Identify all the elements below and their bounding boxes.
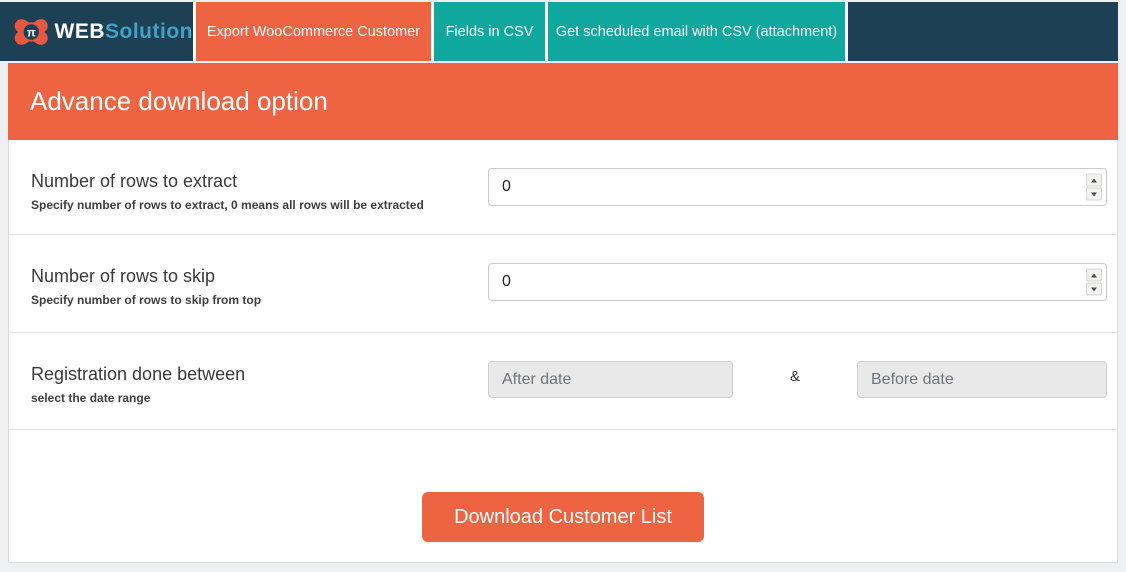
rows-to-skip-field-wrap: [488, 263, 1107, 301]
card-footer: Download Customer List: [9, 429, 1117, 562]
registration-range-labels: Registration done between select the dat…: [31, 361, 488, 405]
card-header: Advance download option: [8, 63, 1118, 140]
top-navbar: π WEBSolution Export WooCommerce Custome…: [0, 2, 1118, 61]
rows-to-skip-help: Specify number of rows to skip from top: [31, 293, 488, 307]
registration-range-help: select the date range: [31, 391, 488, 405]
rows-to-extract-label: Number of rows to extract: [31, 171, 488, 192]
pi-logo-icon: π: [13, 14, 50, 50]
registration-range-row: Registration done between select the dat…: [9, 332, 1117, 429]
brand-name-web: WEB: [55, 20, 106, 44]
rows-to-skip-input[interactable]: [488, 263, 1107, 301]
rows-to-skip-row: Number of rows to skip Specify number of…: [9, 234, 1117, 332]
rows-to-skip-stepper[interactable]: [1086, 268, 1102, 297]
stepper-down-icon[interactable]: [1086, 188, 1102, 201]
brand-name-solution: Solution: [105, 20, 193, 44]
rows-to-extract-help: Specify number of rows to extract, 0 mea…: [31, 198, 488, 212]
stepper-up-icon[interactable]: [1086, 174, 1102, 187]
tab-fields-in-csv[interactable]: Fields in CSV: [434, 2, 545, 61]
rows-to-skip-labels: Number of rows to skip Specify number of…: [31, 263, 488, 307]
svg-text:π: π: [27, 25, 36, 39]
rows-to-skip-label: Number of rows to skip: [31, 266, 488, 287]
tab-export-woocommerce-customer[interactable]: Export WooCommerce Customer: [196, 2, 431, 61]
stepper-up-icon[interactable]: [1086, 269, 1102, 282]
stepper-down-icon[interactable]: [1086, 283, 1102, 296]
rows-to-extract-field-wrap: [488, 168, 1107, 206]
registration-range-label: Registration done between: [31, 364, 488, 385]
download-customer-list-button[interactable]: Download Customer List: [422, 492, 704, 542]
navbar-filler: [848, 2, 1118, 61]
rows-to-extract-input[interactable]: [488, 168, 1107, 206]
rows-to-extract-row: Number of rows to extract Specify number…: [9, 140, 1117, 234]
brand-logo[interactable]: π WEBSolution: [0, 2, 193, 61]
ampersand-separator: &: [733, 368, 857, 391]
rows-to-extract-stepper[interactable]: [1086, 173, 1102, 202]
rows-to-extract-labels: Number of rows to extract Specify number…: [31, 168, 488, 212]
advance-download-card: Advance download option Number of rows t…: [8, 63, 1118, 563]
card-body: Number of rows to extract Specify number…: [8, 140, 1118, 563]
registration-range-fields: &: [488, 361, 1107, 398]
before-date-input[interactable]: [857, 361, 1107, 398]
tab-scheduled-email-csv[interactable]: Get scheduled email with CSV (attachment…: [548, 2, 845, 61]
after-date-input[interactable]: [488, 361, 733, 398]
page-title: Advance download option: [30, 86, 328, 117]
